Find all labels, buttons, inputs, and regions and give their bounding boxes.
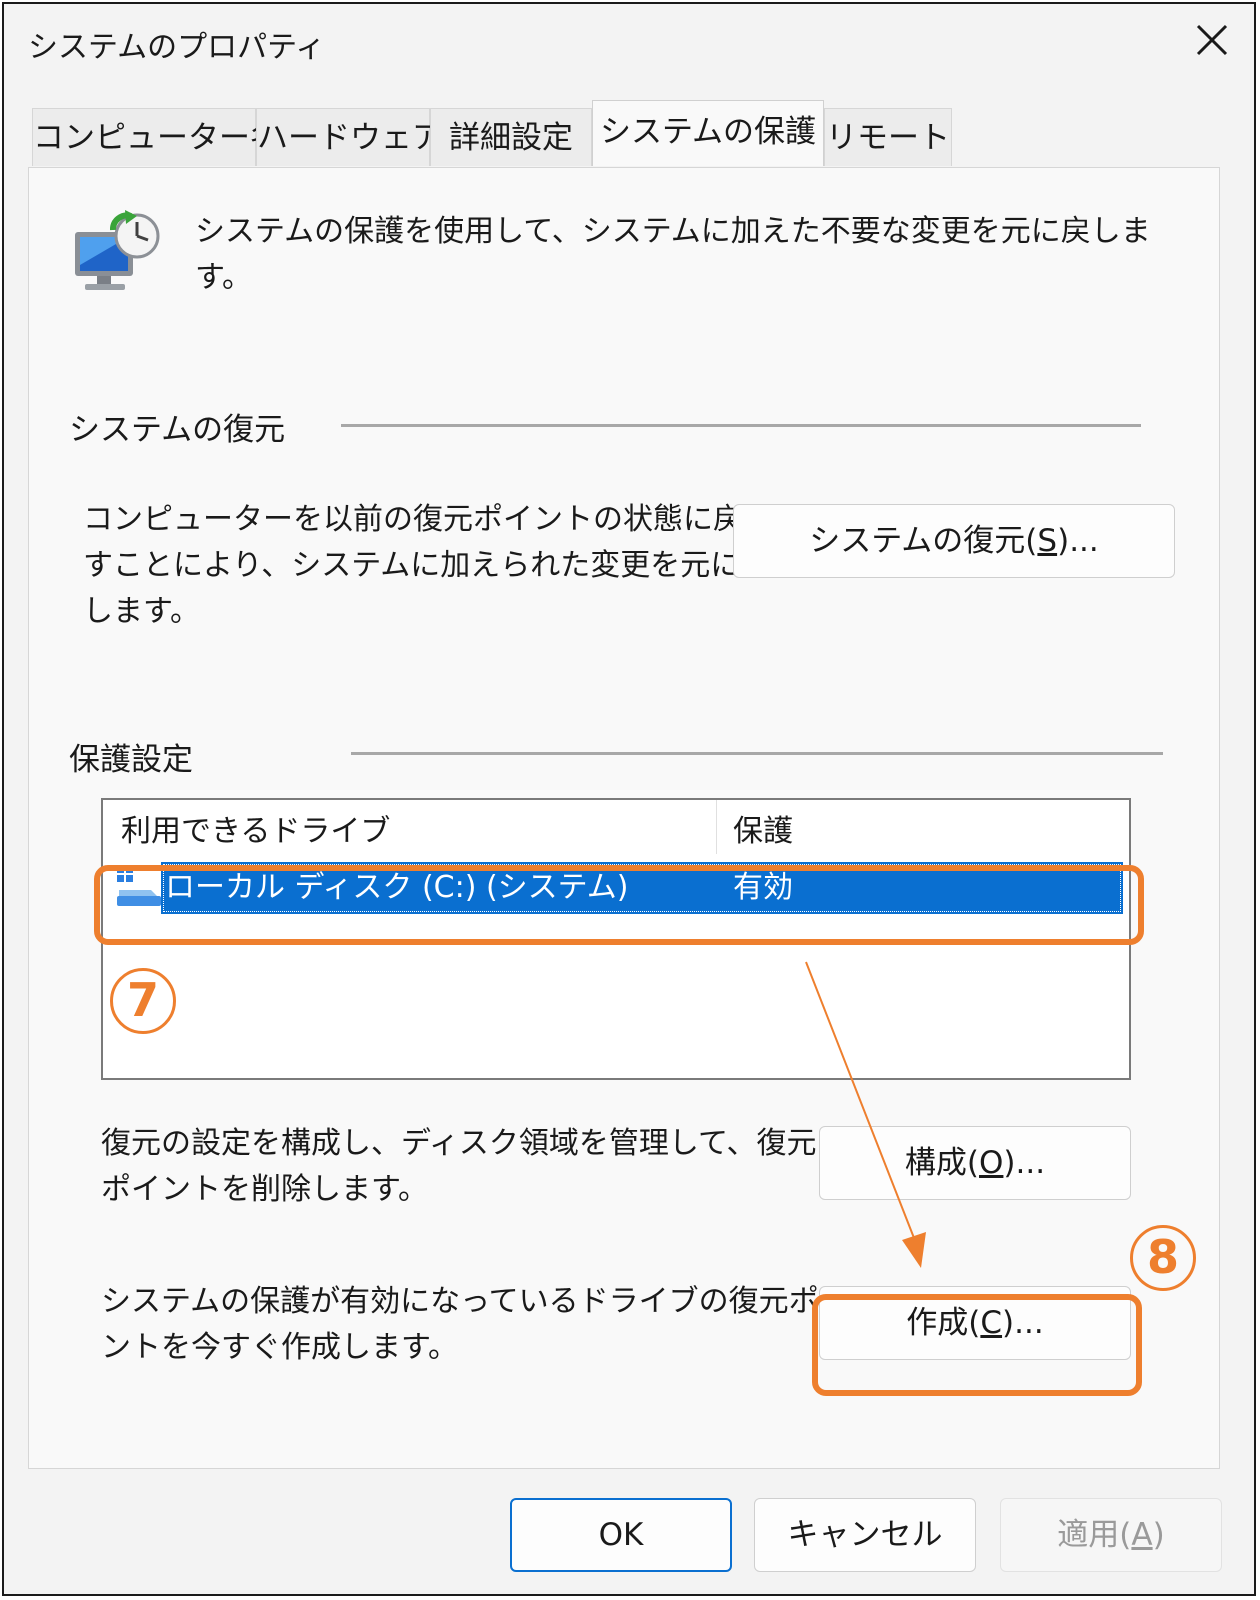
tab-system-protection[interactable]: システムの保護 xyxy=(592,100,824,166)
annotation-arrow xyxy=(805,961,926,1268)
